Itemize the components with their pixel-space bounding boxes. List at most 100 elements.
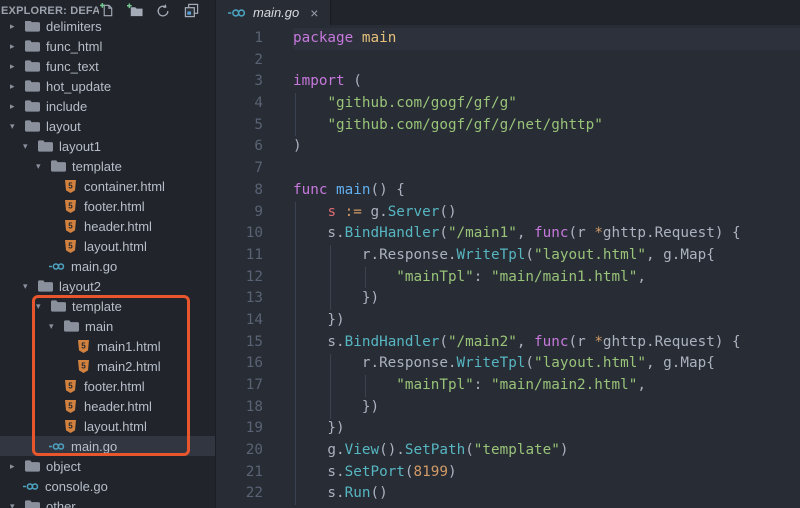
html-file-icon: 5 bbox=[65, 220, 76, 233]
explorer-title: EXPLORER: DEFA... bbox=[1, 5, 99, 17]
tree-item-template[interactable]: ▾template bbox=[0, 296, 215, 316]
tree-item-container-html[interactable]: 5 container.html bbox=[0, 176, 215, 196]
code-text: }) bbox=[293, 418, 345, 440]
tree-item-label: main1.html bbox=[97, 339, 161, 354]
go-file-icon bbox=[23, 482, 39, 491]
chevron-right-icon[interactable]: ▸ bbox=[10, 102, 20, 111]
code-line[interactable]: 2 bbox=[216, 50, 800, 72]
code-line[interactable]: 6) bbox=[216, 136, 800, 158]
html-file-icon: 5 bbox=[65, 380, 76, 393]
code-line[interactable]: 12 "mainTpl": "main/main1.html", bbox=[216, 267, 800, 289]
code-line[interactable]: 11 r.Response.WriteTpl("layout.html", g.… bbox=[216, 245, 800, 267]
svg-text:5: 5 bbox=[68, 201, 73, 210]
svg-text:5: 5 bbox=[68, 421, 73, 430]
line-number: 7 bbox=[216, 158, 263, 180]
tree-item-label: other bbox=[46, 499, 76, 508]
explorer-header: EXPLORER: DEFA... bbox=[0, 0, 215, 21]
code-line[interactable]: 8func main() { bbox=[216, 180, 800, 202]
code-line[interactable]: 4 "github.com/gogf/gf/g" bbox=[216, 93, 800, 115]
tree-item-layout2[interactable]: ▾layout2 bbox=[0, 276, 215, 296]
code-line[interactable]: 21 s.SetPort(8199) bbox=[216, 462, 800, 484]
chevron-down-icon[interactable]: ▾ bbox=[36, 302, 46, 311]
tree-item-main[interactable]: ▾main bbox=[0, 316, 215, 336]
tree-item-label: layout bbox=[46, 119, 81, 134]
code-line[interactable]: 22 s.Run() bbox=[216, 483, 800, 505]
tree-item-label: template bbox=[72, 159, 122, 174]
tree-item-func-html[interactable]: ▸func_html bbox=[0, 36, 215, 56]
folder-icon bbox=[51, 160, 66, 172]
code-text: import ( bbox=[293, 71, 362, 93]
line-number: 17 bbox=[216, 375, 263, 397]
collapse-all-button[interactable] bbox=[183, 3, 199, 19]
tree-item-footer-html[interactable]: 5footer.html bbox=[0, 376, 215, 396]
tree-item-include[interactable]: ▸include bbox=[0, 96, 215, 116]
code-line[interactable]: 3 import ( bbox=[216, 71, 800, 93]
html-file-icon: 5 bbox=[65, 180, 76, 193]
folder-icon bbox=[25, 60, 40, 72]
code-editor[interactable]: 1package main23 import (4 "github.com/gog… bbox=[216, 25, 800, 508]
code-text: func main() { bbox=[293, 180, 405, 202]
code-line[interactable]: 14 }) bbox=[216, 310, 800, 332]
folder-icon bbox=[25, 100, 40, 112]
new-folder-button[interactable] bbox=[127, 3, 143, 19]
tree-item-main1-html[interactable]: 5 main1.html bbox=[0, 336, 215, 356]
chevron-down-icon[interactable]: ▾ bbox=[10, 122, 20, 131]
code-line[interactable]: 16 r.Response.WriteTpl("layout.html", g.… bbox=[216, 353, 800, 375]
chevron-down-icon[interactable]: ▾ bbox=[23, 142, 33, 151]
tree-item-hot-update[interactable]: ▸hot_update bbox=[0, 76, 215, 96]
tree-item-func-text[interactable]: ▸ func_text bbox=[0, 56, 215, 76]
code-line[interactable]: 5 "github.com/gogf/gf/g/net/ghttp" bbox=[216, 115, 800, 137]
chevron-down-icon[interactable]: ▾ bbox=[23, 282, 33, 291]
code-text: package main bbox=[293, 28, 396, 50]
code-line[interactable]: 1package main bbox=[216, 28, 800, 50]
code-line[interactable]: 9 s := g.Server() bbox=[216, 202, 800, 224]
folder-icon bbox=[38, 140, 53, 152]
code-text: s.SetPort(8199) bbox=[293, 462, 457, 484]
collapse-all-icon bbox=[184, 3, 199, 18]
tree-item-label: container.html bbox=[84, 179, 165, 194]
code-text: g.View().SetPath("template") bbox=[293, 440, 568, 462]
code-line[interactable]: 20 g.View().SetPath("template") bbox=[216, 440, 800, 462]
code-line[interactable]: 15 s.BindHandler("/main2", func(r *ghttp… bbox=[216, 332, 800, 354]
tree-item-label: func_text bbox=[46, 59, 99, 74]
tree-item-layout-html[interactable]: 5layout.html bbox=[0, 416, 215, 436]
code-line[interactable]: 18 }) bbox=[216, 397, 800, 419]
tree-item-layout1[interactable]: ▾layout1 bbox=[0, 136, 215, 156]
chevron-right-icon[interactable]: ▸ bbox=[10, 82, 20, 91]
tree-item-console-go[interactable]: console.go bbox=[0, 476, 215, 496]
tree-item-label: main2.html bbox=[97, 359, 161, 374]
new-file-button[interactable] bbox=[99, 3, 115, 19]
code-line[interactable]: 10 s.BindHandler("/main1", func(r *ghttp… bbox=[216, 223, 800, 245]
tree-item-layout-html[interactable]: 5layout.html bbox=[0, 236, 215, 256]
chevron-right-icon[interactable]: ▸ bbox=[10, 22, 20, 31]
tree-item-object[interactable]: ▸object bbox=[0, 456, 215, 476]
chevron-right-icon[interactable]: ▸ bbox=[10, 42, 20, 51]
chevron-right-icon[interactable]: ▸ bbox=[10, 62, 20, 71]
tree-item-other[interactable]: ▾ other bbox=[0, 496, 215, 508]
code-line[interactable]: 17 "mainTpl": "main/main2.html", bbox=[216, 375, 800, 397]
chevron-right-icon[interactable]: ▸ bbox=[10, 462, 20, 471]
folder-icon bbox=[25, 20, 40, 32]
tree-item-main-go[interactable]: main.go bbox=[0, 256, 215, 276]
line-number: 3 bbox=[216, 71, 263, 93]
tree-item-layout[interactable]: ▾ layout bbox=[0, 116, 215, 136]
tree-item-template[interactable]: ▾ template bbox=[0, 156, 215, 176]
tree-item-footer-html[interactable]: 5footer.html bbox=[0, 196, 215, 216]
chevron-down-icon[interactable]: ▾ bbox=[49, 322, 59, 331]
tab-close-icon[interactable]: × bbox=[310, 6, 318, 20]
chevron-down-icon[interactable]: ▾ bbox=[10, 502, 20, 508]
line-number: 11 bbox=[216, 245, 263, 267]
html-file-icon: 5 bbox=[78, 340, 89, 353]
refresh-button[interactable] bbox=[155, 3, 171, 19]
tab-main-go[interactable]: main.go × bbox=[216, 0, 331, 25]
chevron-down-icon[interactable]: ▾ bbox=[36, 162, 46, 171]
tree-item-main2-html[interactable]: 5main2.html bbox=[0, 356, 215, 376]
tree-item-header-html[interactable]: 5header.html bbox=[0, 396, 215, 416]
code-line[interactable]: 13 }) bbox=[216, 288, 800, 310]
tree-item-main-go[interactable]: main.go bbox=[0, 436, 215, 456]
code-line[interactable]: 19 }) bbox=[216, 418, 800, 440]
code-line[interactable]: 7 bbox=[216, 158, 800, 180]
folder-icon bbox=[25, 40, 40, 52]
tree-item-header-html[interactable]: 5header.html bbox=[0, 216, 215, 236]
svg-text:5: 5 bbox=[81, 341, 86, 350]
